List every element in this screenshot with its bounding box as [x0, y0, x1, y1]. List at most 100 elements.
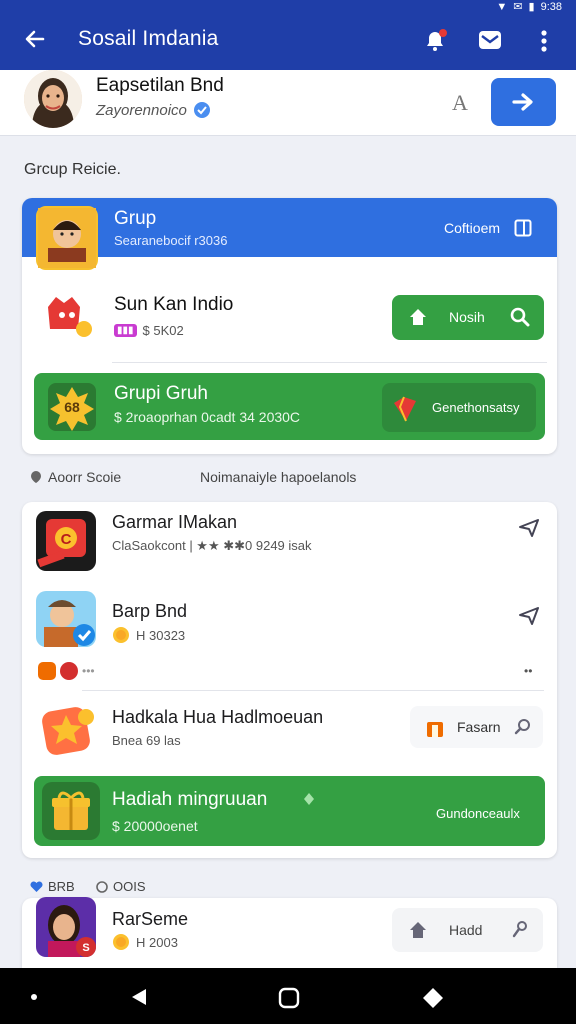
signal-icon: ▮	[528, 1, 535, 13]
nav-recents-icon[interactable]	[422, 987, 444, 1009]
status-bar: ▼ ✉ ▮ 9:38	[496, 0, 562, 14]
more-menu-button[interactable]	[530, 26, 558, 56]
list-item[interactable]: C Garmar IMakan ClaSaokcont | ★★ ✱✱0 924…	[22, 502, 557, 586]
group-sub: Searanebocif r3036	[114, 233, 228, 248]
item3-action-button[interactable]: Fasarn	[410, 706, 543, 748]
send-button[interactable]	[491, 78, 556, 126]
bottom-action-button[interactable]: Hadd	[392, 908, 543, 952]
group-confirm-label[interactable]: Coftioem	[444, 220, 500, 236]
bell-icon	[427, 29, 447, 51]
pin-icon	[31, 471, 41, 483]
girl-app-icon: S	[36, 897, 96, 957]
row1-meta: ▮▮▮ $ 5K02	[114, 323, 184, 338]
item3-title: Hadkala Hua Hadlmoeuan	[112, 707, 324, 727]
row1-action-button[interactable]: Nosih	[392, 295, 544, 340]
bottom-meta-row: H 2003	[112, 933, 178, 951]
svg-text:C: C	[61, 531, 72, 548]
section-3-left-label: BRB	[48, 879, 75, 894]
person-icon	[512, 921, 527, 938]
row2-action-button[interactable]: Genethonsatsy	[382, 383, 536, 432]
page-title: Sosail Imdania	[78, 27, 219, 50]
cartoon-app-icon	[36, 591, 96, 647]
profile-handle: Zayorennoico	[96, 101, 211, 119]
section-3-right-label: OOIS	[113, 879, 146, 894]
item2-meta-row: H 30323	[112, 626, 185, 644]
home-icon	[410, 922, 426, 938]
gold-emblem-icon: 68	[48, 383, 96, 431]
star-app-icon	[42, 707, 94, 755]
row1-action-label: Nosih	[449, 309, 485, 325]
svg-text:68: 68	[64, 399, 80, 415]
reaction-red-icon	[60, 662, 78, 680]
group-row-1[interactable]: Sun Kan Indio ▮▮▮ $ 5K02 Nosih	[22, 257, 557, 361]
profile-sub: Zayorennoico	[96, 101, 187, 119]
row2-title: Grupi Gruh	[114, 383, 208, 404]
app-bar: ▼ ✉ ▮ 9:38 Sosail Imdania	[0, 0, 576, 70]
coin-icon	[113, 627, 129, 643]
profile-name: Eapsetilan Bnd	[96, 75, 224, 96]
bottom-title: RarSeme	[112, 909, 189, 929]
list-item-highlight[interactable]: Hadiah mingruuan $ 20000oenet Gundonceau…	[34, 776, 545, 846]
search-icon	[514, 719, 530, 735]
more-vert-icon	[541, 30, 547, 52]
home-icon	[410, 309, 426, 325]
row1-price: $ 5K02	[142, 323, 184, 338]
inbox-button[interactable]	[474, 24, 506, 56]
bottom-meta: H 2003	[136, 934, 178, 950]
item4-action-label[interactable]: Gundonceaulx	[436, 806, 520, 821]
list-item[interactable]: Hadkala Hua Hadlmoeuan Bnea 69 las Fasar…	[22, 691, 557, 771]
section-2-left: Aoorr Scoie	[30, 469, 121, 485]
list-item[interactable]: Barp Bnd H 30323 ••• ••	[22, 586, 557, 690]
arrow-right-icon	[511, 93, 533, 111]
divider	[112, 362, 547, 363]
reaction-orange-icon	[38, 662, 56, 680]
profile-photo-icon	[24, 70, 82, 128]
item4-title: Hadiah mingruuan	[112, 789, 268, 810]
verified-icon	[193, 102, 210, 118]
more-dots-icon: •••	[82, 664, 95, 678]
row1-title: Sun Kan Indio	[114, 294, 234, 315]
item3-meta: Bnea 69 las	[112, 733, 181, 748]
notification-button[interactable]	[420, 24, 450, 56]
bottom-card[interactable]: S RarSeme H 2003 Hadd	[22, 897, 557, 968]
group-title: Grup	[114, 208, 157, 229]
section-3-left: BRB	[30, 879, 75, 894]
section-3-right: OOIS	[96, 879, 146, 894]
section-2-right-label: Noimanaiyle hapoelanols	[200, 469, 357, 485]
back-button[interactable]	[20, 24, 50, 54]
nav-back-icon[interactable]	[130, 987, 148, 1007]
panel-icon[interactable]	[514, 219, 532, 237]
section-2-left-label: Aoorr Scoie	[48, 469, 122, 485]
clock-icon	[96, 880, 108, 893]
section-group-label: Grcup Reicie.	[24, 161, 121, 178]
item2-more-icon[interactable]: ••	[524, 664, 532, 678]
send-outline-icon[interactable]	[518, 606, 540, 626]
status-time: 9:38	[540, 0, 562, 13]
mail-status-icon: ✉	[513, 1, 523, 13]
arrow-left-icon	[25, 30, 45, 48]
shop-bag-icon	[427, 722, 443, 737]
wifi-icon: ▼	[496, 0, 508, 13]
item4-price: $ 20000oenet	[112, 818, 198, 834]
item1-title: Garmar IMakan	[112, 512, 238, 532]
font-size-button[interactable]: A	[452, 90, 468, 116]
list-card: C Garmar IMakan ClaSaokcont | ★★ ✱✱0 924…	[22, 502, 557, 858]
item3-action-label: Fasarn	[457, 719, 501, 735]
send-outline-icon[interactable]	[518, 518, 540, 538]
red-toy-icon	[48, 297, 92, 337]
gift-box-icon	[42, 782, 100, 840]
avatar[interactable]	[24, 70, 82, 128]
row2-action-label: Genethonsatsy	[432, 400, 520, 415]
row1-badge: ▮▮▮	[114, 324, 137, 337]
svg-text:S: S	[82, 942, 89, 954]
nav-home-icon[interactable]	[278, 987, 300, 1009]
profile-row[interactable]: Eapsetilan Bnd Zayorennoico A	[0, 70, 576, 136]
group-card-header[interactable]: Grup Searanebocif r3036 Coftioem	[22, 198, 557, 270]
nav-dot-icon[interactable]	[31, 994, 37, 1000]
coin-icon	[113, 934, 129, 950]
item2-title: Barp Bnd	[112, 601, 188, 621]
item1-meta: ClaSaokcont | ★★ ✱✱0 9249 isak	[112, 538, 312, 553]
group-row-2[interactable]: 68 Grupi Gruh $ 2roaoprhan 0cadt 34 2030…	[34, 373, 545, 440]
item2-meta: H 30323	[136, 627, 186, 643]
reactions: •••	[38, 662, 95, 680]
